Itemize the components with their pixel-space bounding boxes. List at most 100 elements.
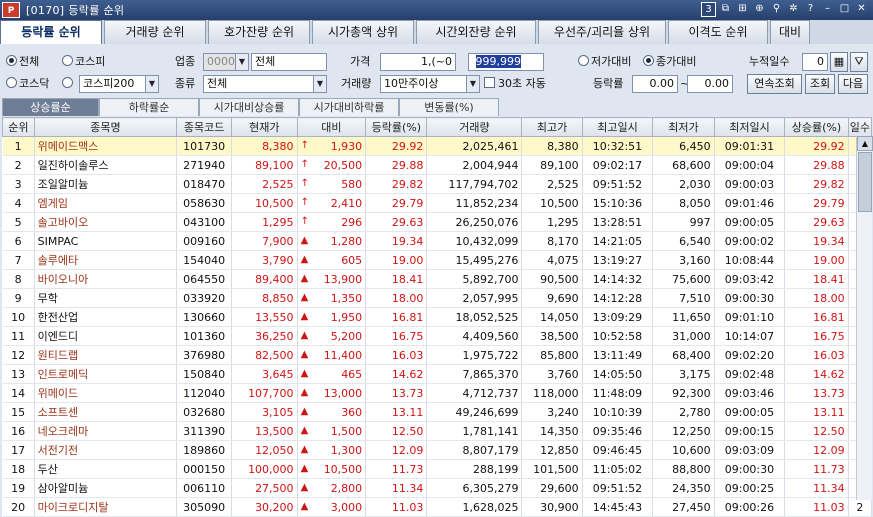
cell-diff: ▲ 1,350	[297, 288, 367, 308]
industry-name-field[interactable]: 전체	[251, 53, 327, 71]
col-rank[interactable]: 순위	[2, 117, 35, 137]
col-up-rate[interactable]: 상승률(%)	[784, 117, 849, 137]
tab-preferred-stock[interactable]: 우선주/괴리율 상위	[538, 20, 666, 44]
calendar-icon[interactable]: ▦	[830, 52, 848, 72]
title-bar[interactable]: P [0170] 등락률 순위 3 ⧉ ⊞ ⊕ ⚲ ✲ ? – □ ✕	[0, 0, 873, 20]
help-icon[interactable]: ?	[803, 2, 818, 17]
table-row[interactable]: 11 이엔드디 101360 36,250 ▲ 5,200 16.75 4,409,560 38…	[2, 326, 873, 346]
cell-high-time: 10:52:58	[582, 326, 654, 346]
col-low[interactable]: 최저가	[652, 117, 715, 137]
table-row[interactable]: 14 위메이드 112040 107,700 ▲ 13,000 13.73 4,712,737…	[2, 383, 873, 403]
table-row[interactable]: 5 솔고바이오 043100 1,295 ↑ 296 29.63 26,250,076 1,29…	[2, 212, 873, 232]
rate-to-field[interactable]: 0.00	[687, 75, 733, 93]
resize-icon[interactable]: ⊞	[735, 2, 750, 17]
col-high[interactable]: 최고가	[521, 117, 583, 137]
table-row[interactable]: 13 인트로메딕 150840 3,645 ▲ 465 14.62 7,865,370 3,76…	[2, 364, 873, 384]
col-volume[interactable]: 거래량	[426, 117, 523, 137]
tab-volume-rank[interactable]: 거래량 순위	[104, 20, 206, 44]
cell-high-time: 14:05:50	[582, 364, 654, 384]
table-row[interactable]: 8 바이오니아 064550 89,400 ▲ 13,900 18.41 5,892,700 9…	[2, 269, 873, 289]
cell-low: 3,160	[652, 250, 715, 270]
table-row[interactable]: 15 소프트센 032680 3,105 ▲ 360 13.11 49,246,699 3,24…	[2, 402, 873, 422]
vertical-scrollbar[interactable]: ▲	[856, 136, 873, 500]
cell-volume: 8,807,179	[426, 440, 523, 460]
volume-select[interactable]: 10만주이상 ▼	[380, 75, 480, 93]
type-select[interactable]: 전체 ▼	[203, 75, 327, 93]
table-row[interactable]: 3 조일알미늄 018470 2,525 ↑ 580 29.82 117,794,702 2,5…	[2, 174, 873, 194]
col-diff[interactable]: 대비	[296, 117, 367, 137]
subtab-open-fall[interactable]: 시가대비하락률	[299, 98, 399, 116]
radio-kosdaq[interactable]: 코스닥	[6, 75, 49, 93]
cell-price: 12,050	[231, 440, 298, 460]
col-price[interactable]: 현재가	[231, 117, 298, 137]
radio-vs-close[interactable]: 종가대비	[643, 53, 696, 71]
col-code[interactable]: 종목코드	[176, 117, 233, 137]
table-row[interactable]: 6 SIMPAC 009160 7,900 ▲ 1,280 19.34 10,432,099 8…	[2, 231, 873, 251]
col-low-time[interactable]: 최저일시	[713, 117, 786, 137]
cell-price: 3,790	[231, 250, 298, 270]
col-rate[interactable]: 등락률(%)	[365, 117, 428, 137]
col-name[interactable]: 종목명	[33, 117, 178, 137]
cell-low: 75,600	[652, 269, 715, 289]
table-row[interactable]: 12 원티드랩 376980 82,500 ▲ 11,400 16.03 1,975,722 8…	[2, 345, 873, 365]
tab-quote-balance-rank[interactable]: 호가잔량 순위	[208, 20, 310, 44]
table-row[interactable]: 16 네오크레마 311390 13,500 ▲ 1,500 12.50 1,781,141 1…	[2, 421, 873, 441]
col-high-time[interactable]: 최고일시	[581, 117, 654, 137]
filter-icon[interactable]: ⛛	[850, 52, 868, 72]
subtab-rise-rate[interactable]: 상승률순	[2, 98, 99, 116]
subtab-open-rise[interactable]: 시가대비상승률	[199, 98, 299, 116]
auto30-checkbox[interactable]: 30초 자동	[484, 75, 546, 93]
cell-code: 150840	[176, 364, 233, 384]
table-row[interactable]: 7 솔루에타 154040 3,790 ▲ 605 19.00 15,495,276 4,075…	[2, 250, 873, 270]
table-header-row: 순위 종목명 종목코드 현재가 대비 등락률(%) 거래량 최고가 최고일시 최…	[2, 117, 873, 137]
col-days[interactable]: 일수	[847, 117, 873, 137]
dropdown-icon[interactable]: ▼	[313, 76, 326, 92]
radio-market-all[interactable]: 전체	[6, 53, 39, 71]
dropdown-icon[interactable]: ▼	[145, 76, 158, 92]
radio-kospi200-toggle[interactable]	[62, 75, 75, 93]
settings-icon[interactable]: ✲	[786, 2, 801, 17]
subtab-volatility[interactable]: 변동률(%)	[399, 98, 499, 116]
dropdown-icon[interactable]: ▼	[235, 54, 248, 70]
table-row[interactable]: 17 서전기전 189860 12,050 ▲ 1,300 12.09 8,807,179 12…	[2, 440, 873, 460]
page-indicator[interactable]: 3	[701, 2, 716, 17]
subtab-fall-rate[interactable]: 하락률순	[99, 98, 199, 116]
continuous-query-button[interactable]: 연속조회	[747, 74, 802, 94]
query-button[interactable]: 조회	[805, 74, 835, 94]
table-row[interactable]: 4 엠게임 058630 10,500 ↑ 2,410 29.79 11,852,234 10,…	[2, 193, 873, 213]
tab-compare[interactable]: 대비	[770, 20, 810, 44]
radio-vs-low[interactable]: 저가대비	[578, 53, 631, 71]
table-row[interactable]: 9 무학 033920 8,850 ▲ 1,350 18.00 2,057,995 9,690 1…	[2, 288, 873, 308]
rate-from-field[interactable]: 0.00	[632, 75, 678, 93]
table-row[interactable]: 2 일진하이솔루스 271940 89,100 ↑ 20,500 29.88 2,004,94…	[2, 155, 873, 175]
tab-rise-rank[interactable]: 등락률 순위	[0, 20, 102, 44]
table-row[interactable]: 20 마이크로디지탈 305090 30,200 ▲ 3,000 11.03 1,628,02…	[2, 497, 873, 517]
maximize-icon[interactable]: □	[837, 2, 852, 17]
table-row[interactable]: 19 삼아알미늄 006110 27,500 ▲ 2,800 11.34 6,305,279 2…	[2, 478, 873, 498]
pin-icon[interactable]: ⚲	[769, 2, 784, 17]
tab-market-cap[interactable]: 시가총액 상위	[312, 20, 414, 44]
price-from-field[interactable]: 1,(~0	[380, 53, 456, 71]
cell-high: 9,690	[521, 288, 583, 308]
industry-code-field[interactable]: 0000 ▼	[203, 53, 249, 71]
cell-diff: ▲ 13,000	[297, 383, 367, 403]
next-button[interactable]: 다음	[838, 74, 868, 94]
scroll-thumb[interactable]	[858, 152, 872, 212]
dropdown-icon[interactable]: ▼	[466, 76, 479, 92]
price-to-field[interactable]: 999,999	[468, 53, 544, 71]
cell-rank: 17	[2, 440, 35, 460]
zoom-icon[interactable]: ⊕	[752, 2, 767, 17]
tab-disparity[interactable]: 이격도 순위	[668, 20, 768, 44]
cum-days-field[interactable]: 0	[802, 53, 828, 71]
link-icon[interactable]: ⧉	[718, 2, 733, 17]
table-row[interactable]: 10 한전산업 130660 13,550 ▲ 1,950 16.81 18,052,525 1…	[2, 307, 873, 327]
table-row[interactable]: 1 위메이드맥스 101730 8,380 ↑ 1,930 29.92 2,025,461 8,…	[2, 136, 873, 156]
close-icon[interactable]: ✕	[854, 2, 869, 17]
kospi200-select[interactable]: 코스피200 ▼	[79, 75, 159, 93]
tab-after-hours[interactable]: 시간외잔량 순위	[416, 20, 536, 44]
minimize-icon[interactable]: –	[820, 2, 835, 17]
cell-low-time: 09:02:20	[714, 345, 786, 365]
radio-kospi[interactable]: 코스피	[62, 53, 105, 71]
scroll-up-icon[interactable]: ▲	[857, 136, 873, 151]
table-row[interactable]: 18 두산 000150 100,000 ▲ 10,500 11.73 288,199 101,…	[2, 459, 873, 479]
